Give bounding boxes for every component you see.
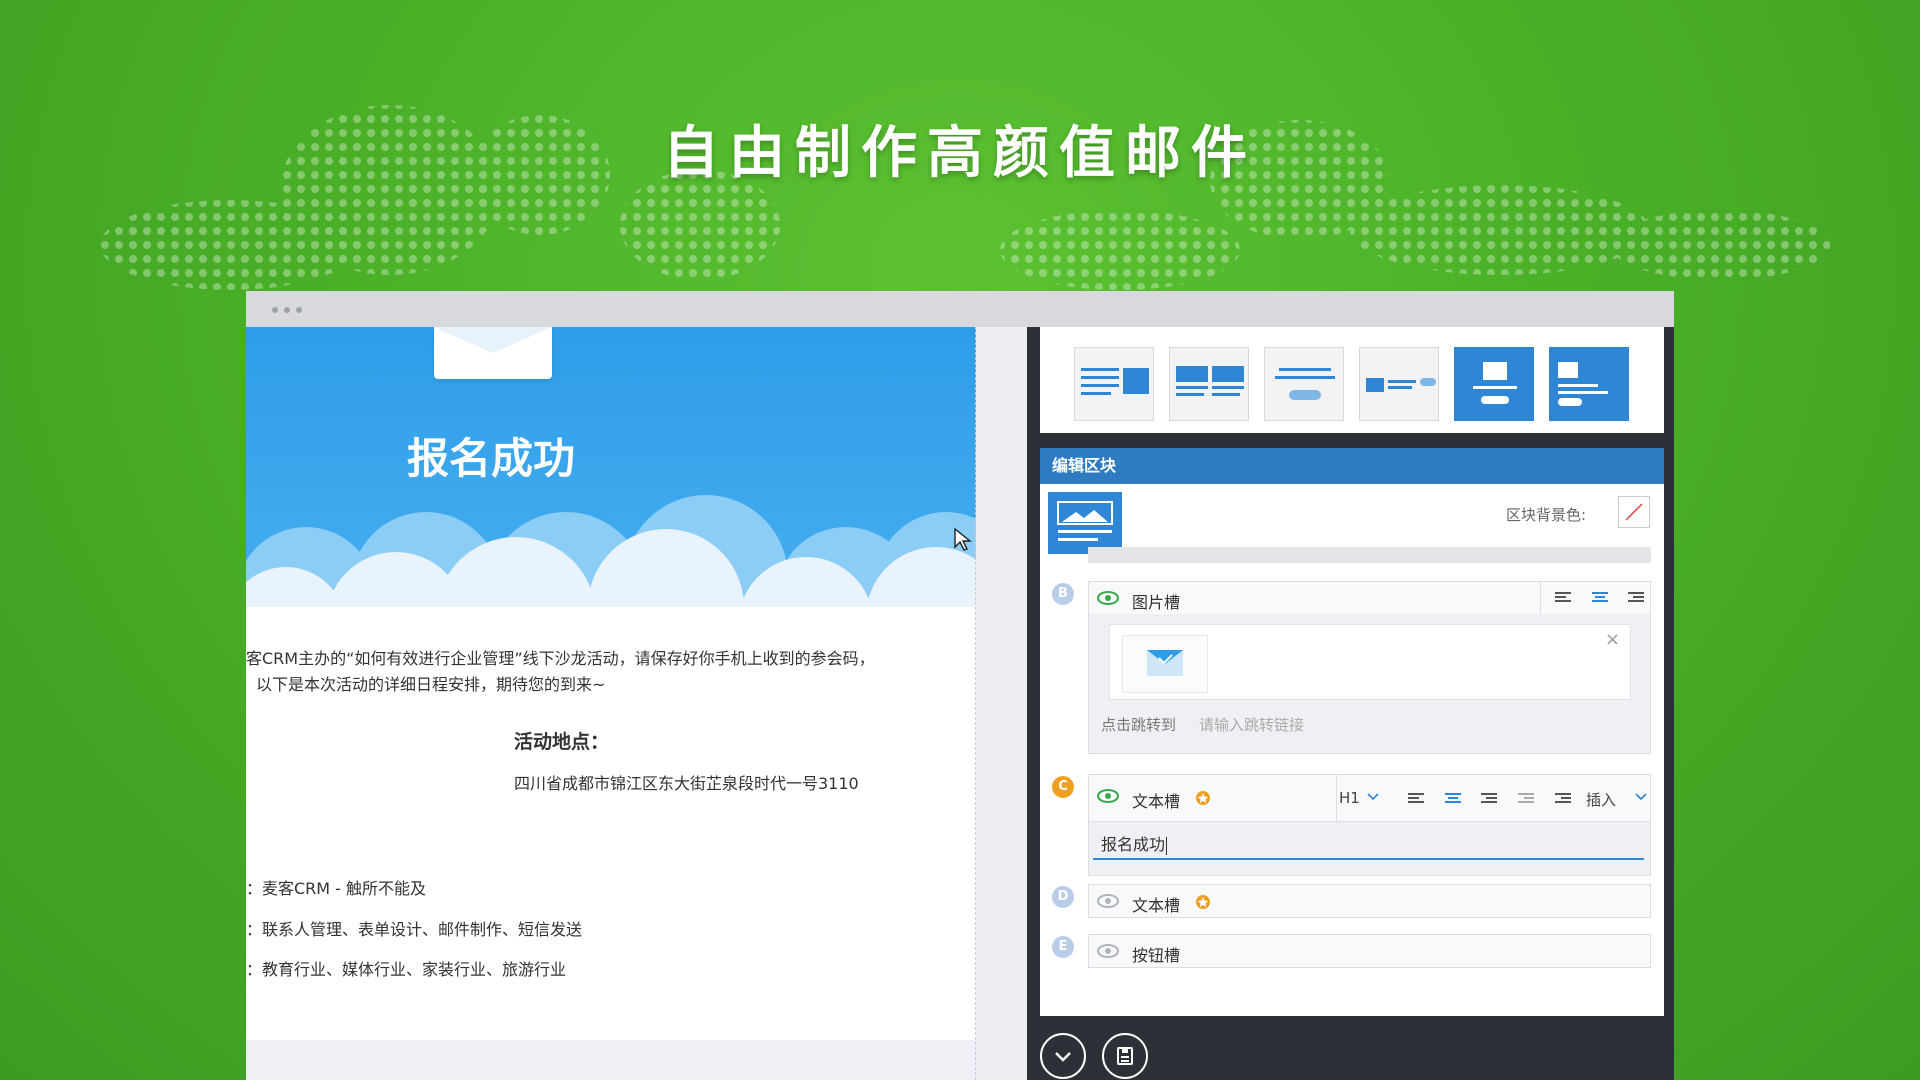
text-slot-input[interactable]: 报名成功: [1093, 830, 1644, 860]
slot-label: 文本槽: [1132, 896, 1181, 915]
detail-line: ：联系人管理、表单设计、邮件制作、短信发送: [246, 920, 583, 939]
outdent-icon[interactable]: [1517, 791, 1535, 807]
slot-divider: [1088, 547, 1651, 563]
template-thumb-text-image[interactable]: [1074, 347, 1154, 421]
detail-line: ：麦客CRM - 触所不能及: [246, 879, 427, 898]
scroll-down-button[interactable]: [1040, 1033, 1086, 1079]
chevron-down-icon: [1055, 1052, 1071, 1062]
eye-icon[interactable]: [1097, 944, 1119, 958]
eye-icon[interactable]: [1097, 789, 1119, 803]
eye-icon[interactable]: [1097, 894, 1119, 908]
email-preview: 报名成功 客CRM主办的“如何有效进行企业管理”线下沙龙活动，请保存好你手机上收…: [246, 327, 976, 1080]
block-bg-color-picker[interactable]: [1618, 496, 1650, 528]
edit-block-panel: 编辑区块 区块背景色: B 图片槽 × 点击跳转到 请输入跳转链接 C 文本槽 …: [1040, 448, 1664, 1016]
image-thumbnail: [1122, 635, 1208, 693]
slot-label: 图片槽: [1132, 593, 1181, 612]
envelope-icon: [434, 327, 552, 379]
email-hero[interactable]: 报名成功: [246, 327, 976, 607]
preview-divider: [975, 327, 976, 1080]
insert-dropdown[interactable]: 插入: [1586, 789, 1616, 810]
template-thumb-image-left[interactable]: [1549, 347, 1629, 421]
intro-line: 客CRM主办的“如何有效进行企业管理”线下沙龙活动，请保存好你手机上收到的参会码…: [246, 649, 875, 668]
slot-letter-badge: C: [1052, 776, 1074, 798]
app-window: 报名成功 客CRM主办的“如何有效进行企业管理”线下沙龙活动，请保存好你手机上收…: [246, 291, 1674, 1080]
button-slot-row[interactable]: 按钮槽: [1088, 934, 1651, 968]
slot-label: 文本槽: [1132, 792, 1181, 811]
star-badge-icon: [1196, 791, 1210, 805]
image-slot-row[interactable]: 图片槽: [1088, 581, 1651, 615]
location-address: 四川省成都市锦江区东大街芷泉段时代一号3110: [514, 774, 859, 793]
edit-block-title: 编辑区块: [1040, 448, 1664, 484]
block-bg-label: 区块背景色:: [1506, 506, 1587, 524]
align-center-icon[interactable]: [1444, 791, 1462, 807]
link-url-input[interactable]: 请输入跳转链接: [1199, 714, 1304, 735]
block-editor: 编辑区块 区块背景色: B 图片槽 × 点击跳转到 请输入跳转链接 C 文本槽 …: [1027, 327, 1674, 1080]
text-slot-value: 报名成功: [1101, 835, 1166, 854]
indent-icon[interactable]: [1554, 791, 1572, 807]
slot-label: 按钮槽: [1132, 946, 1181, 965]
slot-letter-badge: D: [1052, 886, 1074, 908]
template-thumb-two-images[interactable]: [1169, 347, 1249, 421]
window-titlebar: [246, 291, 1674, 327]
text-slot-body: 报名成功: [1088, 822, 1651, 876]
save-icon: [1117, 1047, 1133, 1065]
align-center-icon[interactable]: [1591, 590, 1609, 606]
mouse-cursor-icon: [954, 527, 972, 551]
toolbar-separator: [1336, 775, 1337, 821]
slot-letter-badge: E: [1052, 936, 1074, 958]
align-right-icon[interactable]: [1627, 590, 1645, 606]
save-button[interactable]: [1102, 1033, 1148, 1079]
chevron-down-icon[interactable]: [1367, 793, 1385, 809]
text-slot-row[interactable]: 文本槽 H1 插入: [1088, 774, 1651, 822]
block-preview-thumb: [1048, 492, 1122, 554]
email-footer: [246, 1040, 976, 1080]
image-slot-body: × 点击跳转到 请输入跳转链接: [1088, 614, 1651, 754]
template-thumb-image-text-button[interactable]: [1359, 347, 1439, 421]
slot-letter-badge: B: [1052, 583, 1074, 605]
detail-line: ：教育行业、媒体行业、家装行业、旅游行业: [246, 960, 567, 979]
intro-line: 以下是本次活动的详细日程安排，期待您的到来~: [256, 675, 606, 694]
star-badge-icon: [1196, 895, 1210, 909]
template-thumb-image-center-selected[interactable]: [1454, 347, 1534, 421]
window-dot: [296, 307, 302, 313]
image-upload-box[interactable]: ×: [1109, 624, 1631, 700]
envelope-check-icon: [1147, 650, 1183, 676]
text-caret: [1166, 836, 1168, 855]
link-label: 点击跳转到: [1101, 716, 1177, 734]
text-slot-row[interactable]: 文本槽: [1088, 884, 1651, 918]
align-right-icon[interactable]: [1480, 791, 1498, 807]
eye-icon[interactable]: [1097, 591, 1119, 605]
template-thumb-text-button[interactable]: [1264, 347, 1344, 421]
location-title: 活动地点：: [514, 731, 610, 753]
close-icon[interactable]: ×: [1605, 629, 1620, 650]
chevron-down-icon[interactable]: [1635, 793, 1653, 809]
align-left-icon[interactable]: [1407, 791, 1425, 807]
toolbar-separator: [1540, 582, 1541, 614]
heading-level-select[interactable]: H1: [1339, 789, 1360, 807]
headline: 自由制作高颜值邮件: [663, 121, 1257, 186]
template-panel: [1040, 327, 1664, 433]
window-dot: [284, 307, 290, 313]
align-left-icon[interactable]: [1554, 590, 1572, 606]
window-dot: [272, 307, 278, 313]
clouds-decoration: [246, 495, 976, 607]
